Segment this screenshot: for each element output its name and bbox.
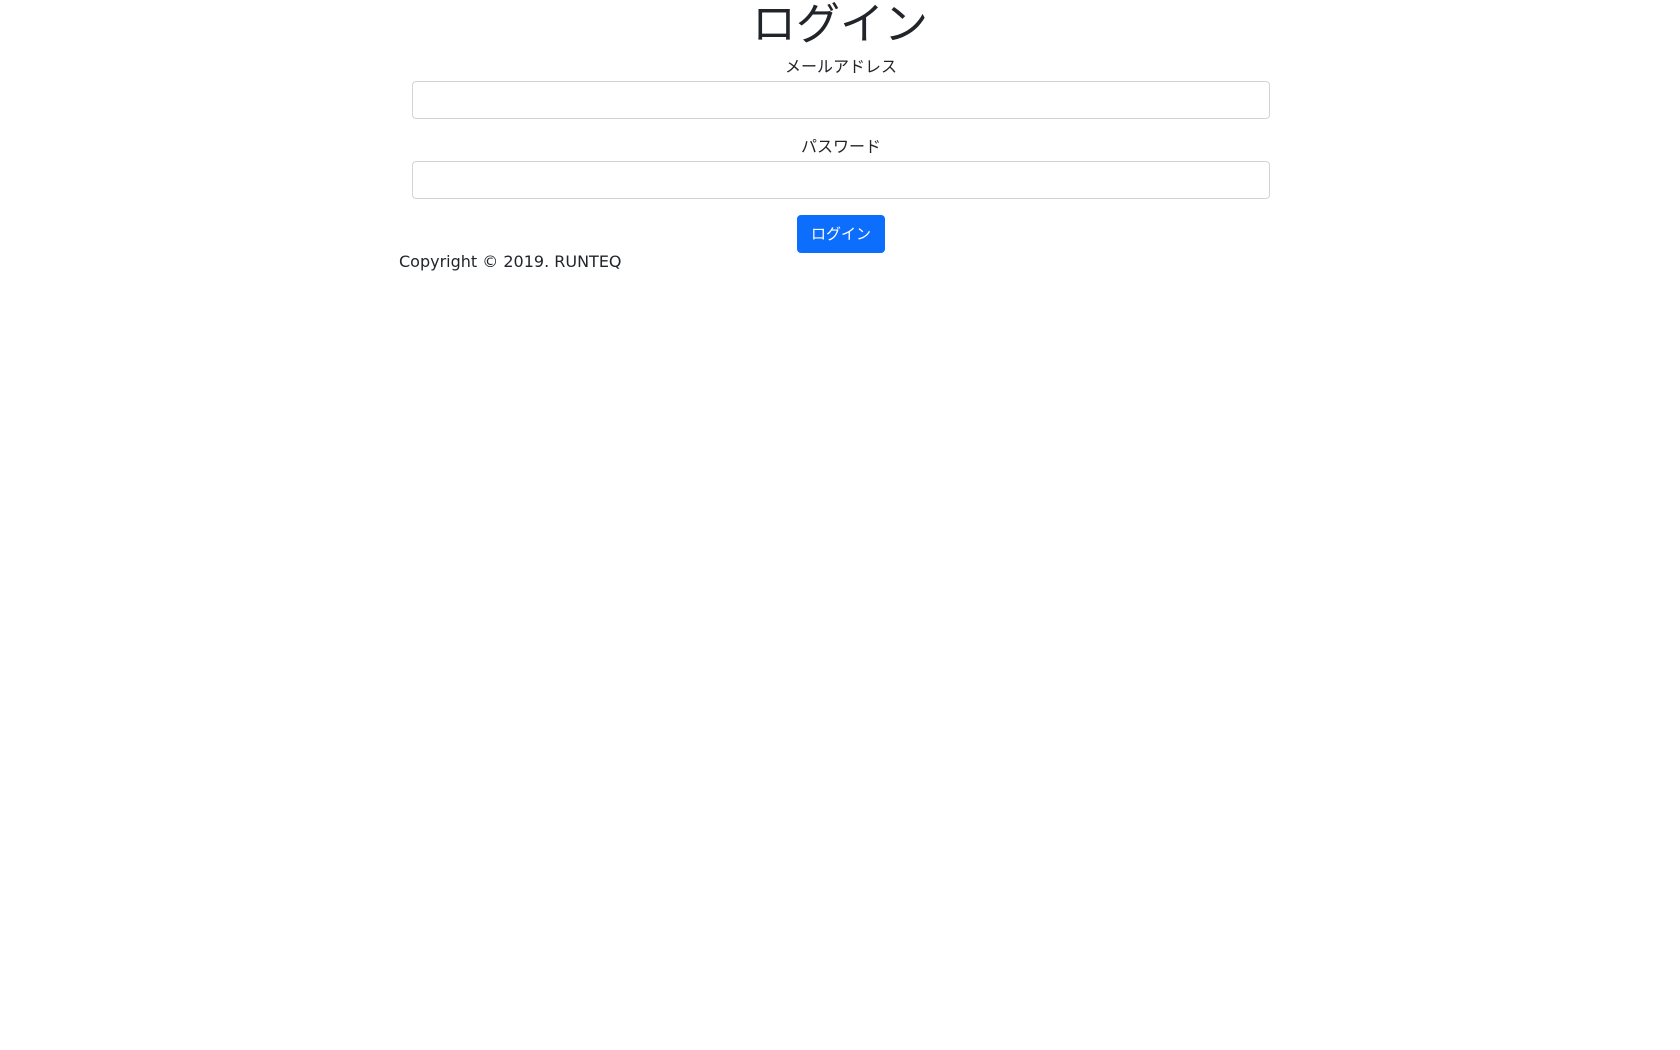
email-input[interactable] [412, 81, 1270, 119]
footer-copyright: Copyright © 2019. RUNTEQ [399, 252, 622, 271]
email-field-group: メールアドレス [412, 55, 1270, 119]
submit-row: ログイン [412, 215, 1270, 253]
password-field-group: パスワード [412, 135, 1270, 199]
login-button[interactable]: ログイン [796, 215, 885, 253]
password-label: パスワード [800, 137, 881, 156]
page-title: ログイン [752, 0, 928, 50]
password-input[interactable] [412, 161, 1270, 199]
login-form: メールアドレス パスワード ログイン [412, 55, 1270, 253]
email-label: メールアドレス [784, 57, 897, 76]
login-page: ログイン メールアドレス パスワード ログイン Copyright © 2019… [0, 0, 1680, 1050]
